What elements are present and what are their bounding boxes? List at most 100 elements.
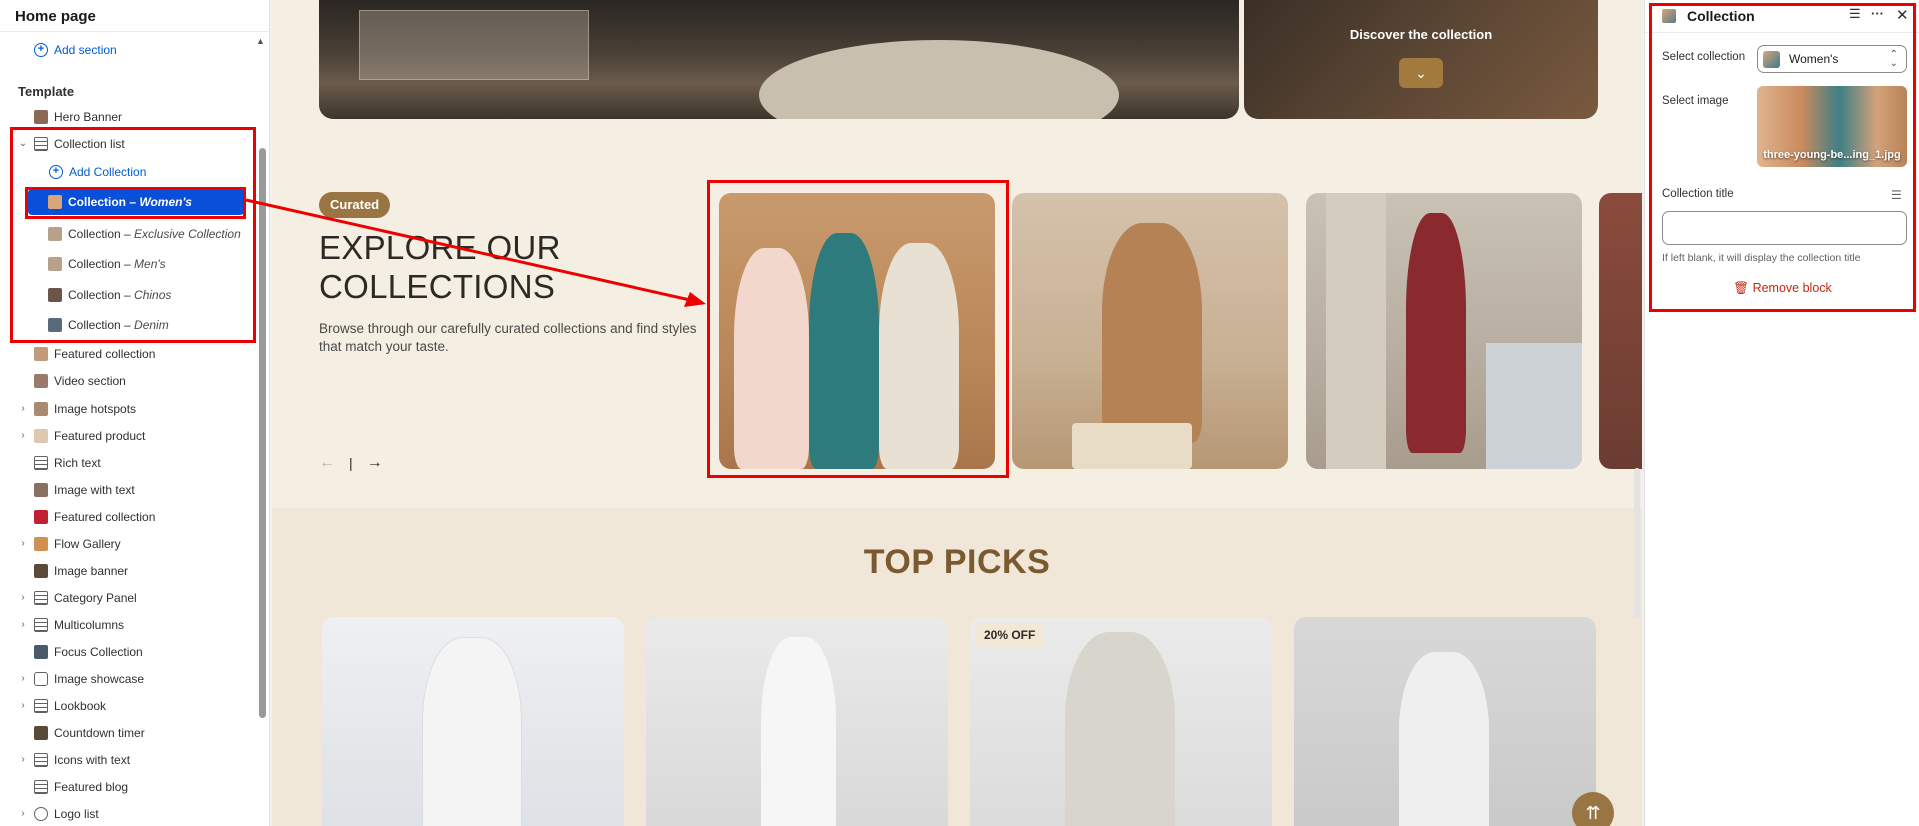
chevron-right-icon[interactable]: › <box>18 808 28 819</box>
database-icon[interactable]: ☰ <box>1849 6 1861 22</box>
chevron-right-icon[interactable]: › <box>18 538 28 549</box>
sidebar-item-category-panel[interactable]: › Category Panel <box>0 584 262 611</box>
collection-title-label: Collection title <box>1662 188 1734 200</box>
select-image-label: Select image <box>1662 95 1729 107</box>
trash-icon: 🗑 <box>1733 281 1750 295</box>
chevron-down-icon[interactable]: ⌄ <box>18 138 28 149</box>
sidebar-item-featured-product[interactable]: › Featured product <box>0 422 262 449</box>
sidebar-item-image-hotspots[interactable]: › Image hotspots <box>0 395 262 422</box>
chevron-right-icon[interactable]: › <box>18 673 28 684</box>
add-section-button[interactable]: + Add section <box>0 36 262 63</box>
chevron-right-icon[interactable]: › <box>18 619 28 630</box>
product-card[interactable] <box>646 617 948 826</box>
scroll-to-top-button[interactable]: ⇈ <box>1572 792 1614 826</box>
sidebar-item-image-banner[interactable]: Image banner <box>0 557 262 584</box>
sidebar-item-collection-mens[interactable]: Collection – Men's <box>0 250 262 277</box>
sidebar-item-sublabel: Women's <box>139 195 192 209</box>
chevron-down-button[interactable]: ⌄ <box>1399 58 1443 88</box>
image-picker[interactable]: three-young-be...ing_1.jpg <box>1757 86 1907 167</box>
sidebar-item-label: Video section <box>54 373 126 388</box>
sidebar-item-label: Image with text <box>54 482 135 497</box>
image-thumbnail-icon <box>34 509 48 524</box>
section-icon <box>34 136 48 151</box>
product-card[interactable] <box>322 617 624 826</box>
sidebar-item-collection-chinos[interactable]: Collection – Chinos <box>0 281 262 308</box>
section-description: Browse through our carefully curated col… <box>319 321 697 354</box>
arrow-right-icon[interactable]: → <box>367 454 383 472</box>
scroll-up-icon[interactable]: ▲ <box>256 36 265 46</box>
product-card[interactable] <box>1294 617 1596 826</box>
collection-title-input[interactable] <box>1662 211 1907 245</box>
add-collection-label: Add Collection <box>69 164 147 179</box>
sidebar-item-rich-text[interactable]: Rich text <box>0 449 262 476</box>
collection-select[interactable]: Women's ⌃ ⌄ <box>1757 45 1907 73</box>
section-icon <box>34 590 48 605</box>
sidebar-item-flow-gallery[interactable]: › Flow Gallery <box>0 530 262 557</box>
chevron-right-icon[interactable]: › <box>18 592 28 603</box>
sidebar-item-featured-collection-2[interactable]: Featured collection <box>0 503 262 530</box>
arrow-left-icon[interactable]: ← <box>319 454 335 472</box>
collection-card-partial[interactable] <box>1599 193 1642 469</box>
collection-card-exclusive[interactable] <box>1012 193 1288 469</box>
image-filename: three-young-be...ing_1.jpg <box>1763 149 1901 161</box>
sidebar-item-focus-collection[interactable]: Focus Collection <box>0 638 262 665</box>
text-icon <box>34 455 48 470</box>
panel-header: Collection ☰ ··· ✕ <box>1645 0 1919 33</box>
sidebar: Home page + Add section ▲ Template Hero … <box>0 0 270 826</box>
collection-title-hint: If left blank, it will display the colle… <box>1662 252 1861 264</box>
collection-card-womens[interactable] <box>719 193 995 469</box>
image-thumbnail-icon <box>1763 51 1780 68</box>
sidebar-item-video-section[interactable]: Video section <box>0 367 262 394</box>
image-thumbnail-icon <box>34 536 48 551</box>
sidebar-item-label: Featured collection <box>54 346 156 361</box>
sidebar-item-label: Flow Gallery <box>54 536 121 551</box>
divider: | <box>349 455 353 471</box>
blog-icon <box>34 779 48 794</box>
sidebar-item-label: Collection – <box>68 226 135 241</box>
sidebar-item-label: Featured collection <box>54 509 156 524</box>
remove-block-label: Remove block <box>1752 281 1832 295</box>
more-icon[interactable]: ··· <box>1871 6 1884 21</box>
chevron-right-icon[interactable]: › <box>18 430 28 441</box>
sidebar-item-logo-list[interactable]: › Logo list <box>0 800 262 826</box>
sidebar-item-lookbook[interactable]: › Lookbook <box>0 692 262 719</box>
sidebar-item-icons-with-text[interactable]: › Icons with text <box>0 746 262 773</box>
close-icon[interactable]: ✕ <box>1896 6 1909 24</box>
sidebar-item-label: Logo list <box>54 806 99 821</box>
image-thumbnail-icon <box>1662 9 1676 23</box>
sidebar-item-countdown-timer[interactable]: Countdown timer <box>0 719 262 746</box>
chevron-right-icon[interactable]: › <box>18 700 28 711</box>
sidebar-item-image-with-text[interactable]: Image with text <box>0 476 262 503</box>
sidebar-scrollbar[interactable] <box>259 148 266 718</box>
image-thumbnail-icon <box>48 226 62 241</box>
sidebar-item-multicolumns[interactable]: › Multicolumns <box>0 611 262 638</box>
page-title: Home page <box>15 8 96 25</box>
plus-circle-icon: + <box>49 164 63 179</box>
remove-block-button[interactable]: 🗑 Remove block <box>1645 281 1919 296</box>
image-thumbnail-icon <box>34 428 48 443</box>
dynamic-source-icon[interactable]: ☰ <box>1891 188 1902 202</box>
sidebar-item-hero-banner[interactable]: Hero Banner <box>0 103 262 130</box>
sidebar-item-label: Featured product <box>54 428 146 443</box>
sidebar-item-collection-womens[interactable]: Collection – Women's <box>28 189 244 215</box>
sidebar-item-featured-blog[interactable]: Featured blog <box>0 773 262 800</box>
chevron-right-icon[interactable]: › <box>18 403 28 414</box>
sidebar-item-collection-exclusive[interactable]: Collection – Exclusive Collection <box>0 220 262 247</box>
collection-card-mens[interactable] <box>1306 193 1582 469</box>
sidebar-item-label: Rich text <box>54 455 101 470</box>
add-collection-button[interactable]: + Add Collection <box>0 158 262 185</box>
section-icon <box>34 698 48 713</box>
sidebar-item-label: Collection list <box>54 136 125 151</box>
sidebar-item-collection-denim[interactable]: Collection – Denim <box>0 311 262 338</box>
sidebar-item-collection-list[interactable]: ⌄ Collection list <box>0 130 262 157</box>
sale-badge: 20% OFF <box>976 623 1044 647</box>
sidebar-item-label: Image hotspots <box>54 401 137 416</box>
sidebar-item-image-showcase[interactable]: › Image showcase <box>0 665 262 692</box>
product-card[interactable]: 20% OFF <box>970 617 1272 826</box>
chevron-right-icon[interactable]: › <box>18 754 28 765</box>
sidebar-item-featured-collection[interactable]: Featured collection <box>0 340 262 367</box>
discover-collection-text: Discover the collection <box>1349 27 1493 42</box>
image-thumbnail-icon <box>34 109 48 124</box>
canvas-scrollbar[interactable] <box>1634 468 1640 618</box>
divider <box>0 31 269 32</box>
